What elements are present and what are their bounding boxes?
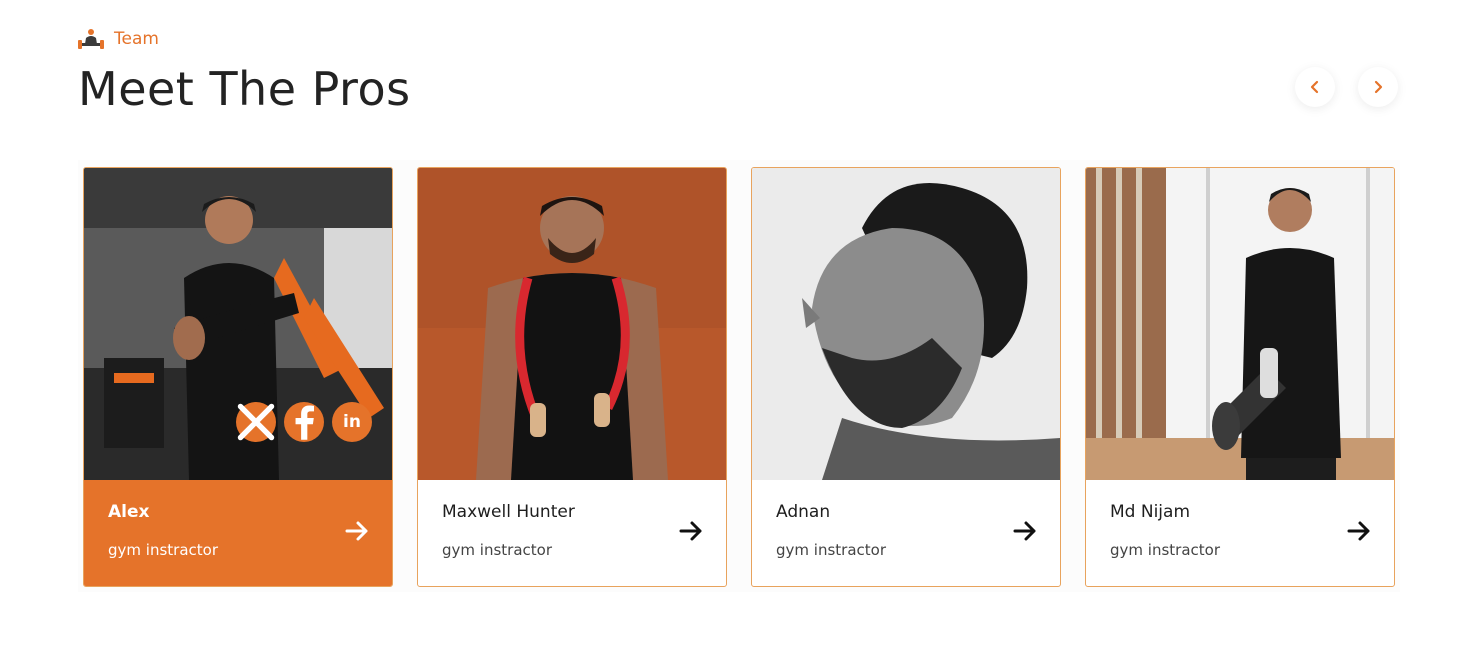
facebook-icon (295, 405, 314, 440)
slider-prev-button[interactable] (1295, 67, 1335, 107)
trainer-name: Adnan (776, 502, 831, 522)
card-info: Maxwell Hunter gym instractor (418, 480, 726, 586)
slider-next-button[interactable] (1358, 67, 1398, 107)
team-section: Team Meet The Pros in Alex gym instracto… (0, 0, 1464, 654)
trainer-role: gym instractor (108, 541, 218, 559)
arrow-right-icon[interactable] (344, 518, 370, 544)
dumbbell-lifter-icon (78, 27, 104, 51)
linkedin-icon: in (343, 412, 361, 432)
team-card-maxwell-hunter[interactable]: Maxwell Hunter gym instractor (417, 167, 727, 587)
arrow-right-icon[interactable] (1012, 518, 1038, 544)
trainer-photo (752, 168, 1060, 480)
tagline-label: Team (114, 29, 159, 49)
trainer-name: Md Nijam (1110, 502, 1191, 522)
arrow-right-icon[interactable] (678, 518, 704, 544)
x-twitter-button[interactable] (236, 402, 276, 442)
trainer-role: gym instractor (776, 541, 886, 559)
card-info: Alex gym instractor (84, 480, 392, 586)
arrow-right-icon[interactable] (1346, 518, 1372, 544)
trainer-photo: in (84, 168, 392, 480)
facebook-button[interactable] (284, 402, 324, 442)
section-tagline: Team (78, 27, 159, 51)
page-title: Meet The Pros (78, 62, 411, 116)
trainer-name: Maxwell Hunter (442, 502, 575, 522)
trainer-role: gym instractor (1110, 541, 1220, 559)
linkedin-button[interactable]: in (332, 402, 372, 442)
x-twitter-icon (237, 403, 275, 441)
chevron-right-icon (1374, 80, 1383, 94)
card-info: Md Nijam gym instractor (1086, 480, 1394, 586)
trainer-name: Alex (108, 502, 150, 522)
social-links: in (236, 402, 372, 442)
chevron-left-icon (1310, 80, 1319, 94)
team-card-adnan[interactable]: Adnan gym instractor (751, 167, 1061, 587)
trainer-photo (1086, 168, 1394, 480)
team-card-md-nijam[interactable]: Md Nijam gym instractor (1085, 167, 1395, 587)
trainer-photo (418, 168, 726, 480)
trainer-role: gym instractor (442, 541, 552, 559)
card-info: Adnan gym instractor (752, 480, 1060, 586)
team-card-alex[interactable]: in Alex gym instractor (83, 167, 393, 587)
